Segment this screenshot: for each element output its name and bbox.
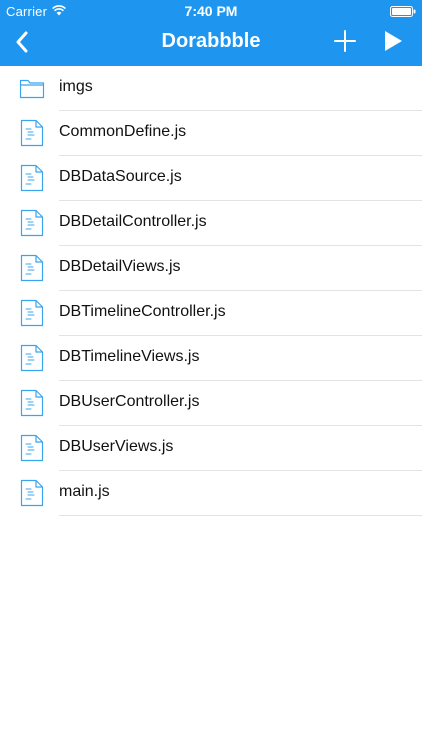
file-name-label: DBUserController.js <box>59 393 200 410</box>
play-icon <box>383 30 403 57</box>
file-name-label: DBDetailController.js <box>59 213 207 230</box>
file-row[interactable]: DBTimelineViews.js <box>20 336 422 381</box>
file-icon <box>19 254 45 282</box>
file-icon <box>19 164 45 192</box>
file-row[interactable]: DBDetailController.js <box>20 201 422 246</box>
file-icon <box>19 299 45 327</box>
file-icon <box>19 209 45 237</box>
status-bar: Carrier 7:40 PM <box>0 0 422 22</box>
file-row[interactable]: DBTimelineController.js <box>20 291 422 336</box>
file-icon <box>19 389 45 417</box>
add-file-button[interactable] <box>330 28 360 58</box>
file-row[interactable]: DBDataSource.js <box>20 156 422 201</box>
run-button[interactable] <box>378 28 408 58</box>
file-name-label: main.js <box>59 483 110 500</box>
file-icon <box>19 119 45 147</box>
battery-icon <box>390 5 416 17</box>
file-name-label: DBDataSource.js <box>59 168 182 185</box>
file-name-label: DBTimelineController.js <box>59 303 226 320</box>
status-time: 7:40 PM <box>184 3 238 19</box>
file-name-label: CommonDefine.js <box>59 123 187 140</box>
folder-row[interactable]: imgs <box>19 66 422 111</box>
file-row[interactable]: DBUserViews.js <box>20 426 422 471</box>
back-button[interactable] <box>6 28 38 60</box>
chevron-left-icon <box>15 31 29 58</box>
file-name-label: DBTimelineViews.js <box>59 348 200 365</box>
file-row[interactable]: DBUserController.js <box>20 381 422 426</box>
file-name-label: DBDetailViews.js <box>59 258 181 275</box>
file-row[interactable]: DBDetailViews.js <box>20 246 422 291</box>
file-name-label: imgs <box>59 78 93 95</box>
file-icon <box>19 434 45 462</box>
file-row[interactable]: CommonDefine.js <box>20 111 422 156</box>
file-name-label: DBUserViews.js <box>59 438 174 455</box>
app-screen: Carrier 7:40 PM Dorabbble imgs CommonDef… <box>0 0 422 750</box>
file-icon <box>19 344 45 372</box>
file-icon <box>19 479 45 507</box>
folder-icon <box>19 74 45 102</box>
file-list: imgs CommonDefine.js DBDataSource.js DBDeta… <box>0 66 422 516</box>
navigation-bar: Dorabbble <box>0 22 422 66</box>
file-row[interactable]: main.js <box>20 471 422 516</box>
plus-icon <box>334 29 356 57</box>
top-bar: Carrier 7:40 PM Dorabbble <box>0 0 422 66</box>
